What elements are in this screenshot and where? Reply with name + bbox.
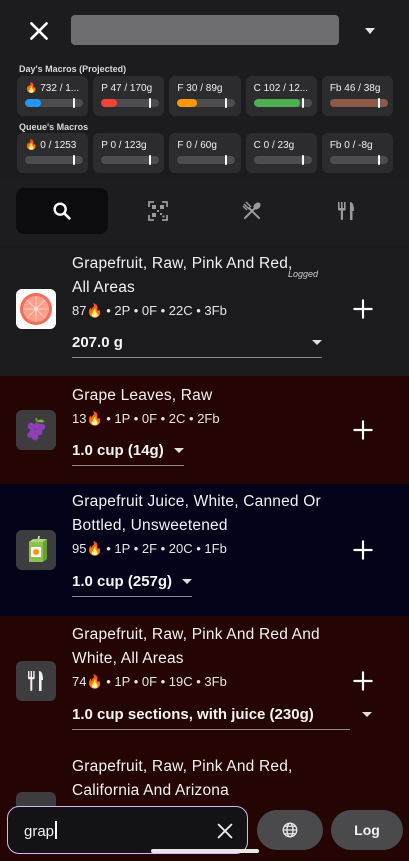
macro-target-tick xyxy=(73,155,75,165)
food-macros: 95🔥 • 1P • 2F • 20C • 1Fb xyxy=(72,541,227,556)
search-text: grap xyxy=(24,823,55,840)
queue-macro-fiber: Fb 0 / -8g xyxy=(321,133,394,173)
restaurant-icon xyxy=(338,202,354,220)
day-macro-fiber: Fb 46 / 38g xyxy=(321,76,394,116)
food-list-item[interactable]: Grapefruit Juice, White, Canned Or Bottl… xyxy=(0,484,409,616)
chevron-down-icon xyxy=(173,448,184,453)
grapes-icon xyxy=(16,410,56,450)
queue-macro-fat: F 0 / 60g xyxy=(169,133,241,173)
queue-macro-protein: P 0 / 123g xyxy=(93,133,165,173)
online-search-button[interactable] xyxy=(257,810,323,850)
serving-dropdown[interactable]: 1.0 cup sections, with juice (230g) xyxy=(72,706,372,730)
utensils-crossed-icon xyxy=(242,201,261,219)
logged-tag: Logged xyxy=(288,269,319,279)
close-icon[interactable] xyxy=(26,18,52,44)
serving-value: 1.0 cup (257g) xyxy=(72,573,173,590)
add-icon[interactable] xyxy=(350,537,376,563)
macro-text: 🔥 732 / 1... xyxy=(25,83,80,94)
queue-macro-calories: 🔥 0 / 1253 xyxy=(17,133,89,173)
food-name: Grapefruit, Raw, Pink And Red And White,… xyxy=(72,626,320,667)
meal-name-field[interactable] xyxy=(71,15,339,45)
serving-dropdown[interactable]: 1.0 cup (14g) xyxy=(72,442,184,466)
text-cursor xyxy=(55,821,57,839)
macro-target-tick xyxy=(301,98,304,108)
macro-target-tick xyxy=(377,155,380,165)
macro-progress-fill xyxy=(101,99,118,107)
macro-progress-fill xyxy=(25,99,42,107)
log-button[interactable]: Log xyxy=(331,810,403,850)
food-name: Grapefruit, Raw, Pink And Red, Californi… xyxy=(72,758,293,799)
barcode-scan-icon xyxy=(148,201,168,221)
close-icon[interactable] xyxy=(214,820,236,842)
macro-progress-fill xyxy=(253,99,300,107)
chevron-down-icon xyxy=(312,340,322,345)
day-macro-carbs: C 102 / 12... xyxy=(245,76,317,116)
food-list-item[interactable]: Grape Leaves, Raw 13🔥 • 1P • 0F • 2C • 2… xyxy=(0,376,409,484)
queue-macros-row: 🔥 0 / 1253 P 0 / 123g F 0 / 60g C 0 / 23… xyxy=(17,133,394,173)
search-input[interactable]: grap xyxy=(7,806,248,854)
tab-bar xyxy=(0,180,409,246)
serving-value: 1.0 cup (14g) xyxy=(72,442,164,459)
macro-target-tick xyxy=(301,155,304,165)
chevron-down-icon xyxy=(362,712,372,717)
food-macros: 74🔥 • 1P • 0F • 19C • 3Fb xyxy=(72,674,227,689)
macro-text: P 0 / 123g xyxy=(101,140,147,151)
day-macros-row: 🔥 732 / 1... P 47 / 170g F 30 / 89g C 10… xyxy=(17,76,394,116)
queue-macros-label: Queue's Macros xyxy=(19,122,89,132)
macro-text: F 0 / 60g xyxy=(177,140,217,151)
home-indicator xyxy=(151,849,259,853)
macro-text: 🔥 0 / 1253 xyxy=(25,140,77,151)
day-macro-fat: F 30 / 89g xyxy=(169,76,241,116)
globe-icon xyxy=(282,822,298,838)
macro-target-tick xyxy=(377,98,380,108)
food-list-item[interactable]: Grapefruit, Raw, Pink And Red And White,… xyxy=(0,616,409,746)
food-name: Grapefruit Juice, White, Canned Or Bottl… xyxy=(72,493,321,534)
tab-restaurant[interactable] xyxy=(300,188,392,234)
serving-dropdown[interactable]: 1.0 cup (257g) xyxy=(72,573,193,597)
fork-knife-icon xyxy=(16,661,56,701)
macro-text: F 30 / 89g xyxy=(177,83,223,94)
serving-value: 207.0 g xyxy=(72,334,123,351)
day-macro-calories: 🔥 732 / 1... xyxy=(17,76,89,116)
serving-dropdown[interactable]: 207.0 g xyxy=(72,334,322,358)
tab-barcode-scan[interactable] xyxy=(112,188,204,234)
grapefruit-icon xyxy=(16,289,56,329)
add-icon[interactable] xyxy=(350,417,376,443)
top-bar xyxy=(0,0,409,60)
macro-target-tick xyxy=(149,155,152,165)
juice-box-icon xyxy=(16,530,56,570)
macro-text: Fb 46 / 38g xyxy=(329,83,381,94)
macro-text: C 0 / 23g xyxy=(253,140,295,151)
macros-panel: Day's Macros (Projected) 🔥 732 / 1... P … xyxy=(0,60,409,180)
tab-search[interactable] xyxy=(16,188,108,234)
macro-text: C 102 / 12... xyxy=(253,83,309,94)
add-icon[interactable] xyxy=(350,668,376,694)
chevron-down-icon xyxy=(182,579,193,584)
food-macros: 87🔥 • 2P • 0F • 22C • 3Fb xyxy=(72,303,227,318)
search-icon xyxy=(53,202,71,220)
food-name: Grapefruit, Raw, Pink And Red, All Areas xyxy=(72,255,293,296)
day-macros-label: Day's Macros (Projected) xyxy=(19,64,127,74)
day-macro-protein: P 47 / 170g xyxy=(93,76,165,116)
food-list-item[interactable]: Grapefruit, Raw, Pink And Red, All Areas… xyxy=(0,246,409,376)
macro-text: P 47 / 170g xyxy=(101,83,153,94)
queue-macro-carbs: C 0 / 23g xyxy=(245,133,317,173)
serving-value: 1.0 cup sections, with juice (230g) xyxy=(72,706,314,723)
food-name: Grape Leaves, Raw xyxy=(72,387,213,404)
macro-text: Fb 0 / -8g xyxy=(329,140,373,151)
caret-down-icon[interactable] xyxy=(356,20,384,42)
tab-recipes[interactable] xyxy=(206,188,298,234)
macro-progress-fill xyxy=(177,99,198,107)
macro-target-tick xyxy=(149,98,152,108)
search-input-value: grap xyxy=(24,821,57,840)
food-macros: 13🔥 • 1P • 0F • 2C • 2Fb xyxy=(72,411,220,426)
macro-target-tick xyxy=(73,98,75,108)
add-icon[interactable] xyxy=(350,296,376,322)
